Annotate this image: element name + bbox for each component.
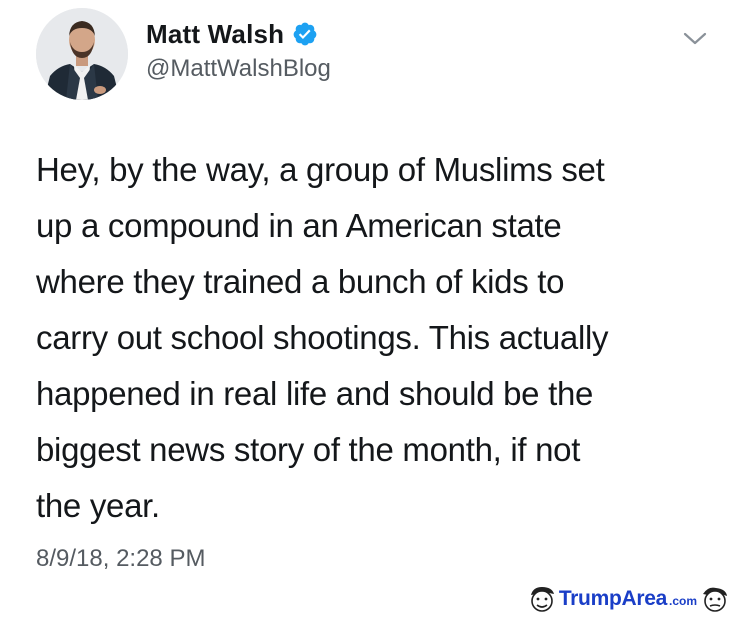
profile-photo-icon: [36, 8, 128, 100]
tweet-text-line: Hey, by the way, a group of Muslims set: [36, 151, 605, 188]
cartoon-face-icon: [700, 585, 730, 613]
tweet-timestamp[interactable]: 8/9/18, 2:28 PM: [36, 545, 205, 573]
watermark-brand-second: Area: [621, 587, 667, 610]
tweet-text-line: up a compound in an American state: [36, 207, 562, 244]
tweet-text-line: where they trained a bunch of kids to: [36, 263, 565, 300]
tweet-text-line: biggest news story of the month, if not: [36, 431, 581, 468]
verified-badge-icon: [292, 21, 318, 47]
watermark-brand: TrumpArea: [559, 587, 667, 611]
avatar[interactable]: [36, 8, 128, 100]
author-handle[interactable]: @MattWalshBlog: [146, 55, 331, 83]
watermark-suffix: .com: [668, 594, 697, 608]
display-name[interactable]: Matt Walsh: [146, 19, 284, 50]
watermark: TrumpArea .com: [527, 584, 730, 614]
watermark-brand-first: Trump: [558, 587, 622, 610]
tweet-card: Matt Walsh @MattWalshBlog Hey, by the wa…: [0, 0, 740, 616]
chevron-down-icon[interactable]: [682, 30, 708, 48]
tweet-text-line: carry out school shootings. This actuall…: [36, 319, 609, 356]
author-row: Matt Walsh: [146, 18, 318, 50]
tweet-text: Hey, by the way, a group of Muslims set …: [36, 142, 726, 534]
tweet-text-line: happened in real life and should be the: [36, 375, 594, 412]
cartoon-face-icon: [527, 585, 557, 613]
tweet-text-line: the year.: [36, 487, 160, 524]
